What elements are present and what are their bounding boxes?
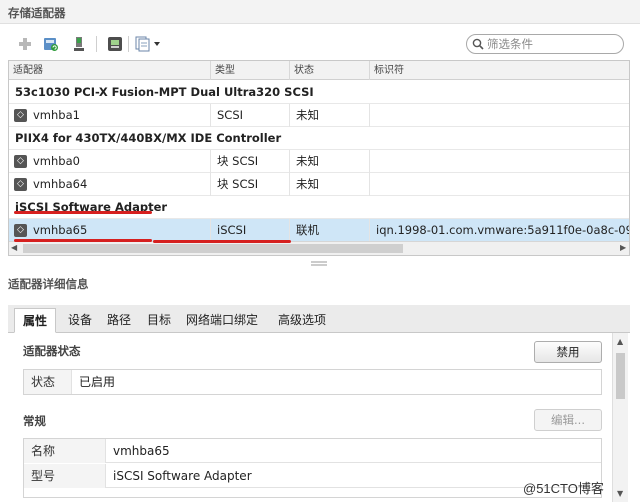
table-row-vmhba64[interactable]: ◇ vmhba64 块 SCSI 未知	[9, 173, 629, 196]
identifier-cell	[370, 173, 629, 196]
table-header: 适配器 类型 状态 标识符	[9, 61, 629, 80]
type-cell: 块 SCSI	[211, 150, 290, 173]
adapter-cell: ◇ vmhba64	[9, 173, 211, 196]
adapter-properties-icon[interactable]	[106, 35, 124, 53]
model-row: 型号 iSCSI Software Adapter	[24, 464, 601, 488]
model-label: 型号	[24, 464, 106, 488]
adapter-name: vmhba64	[33, 177, 88, 191]
status-table: 状态 已启用	[23, 369, 602, 395]
splitter-grip-icon	[311, 261, 327, 266]
tab-advanced-options[interactable]: 高级选项	[270, 308, 334, 333]
adapter-icon: ◇	[14, 224, 27, 237]
group-header-iscsi[interactable]: iSCSI Software Adapter	[9, 196, 629, 219]
scroll-right-icon[interactable]: ▶	[620, 243, 626, 252]
status-cell: 未知	[290, 150, 370, 173]
search-input[interactable]	[487, 37, 617, 51]
filter-search-box[interactable]	[466, 34, 624, 54]
adapter-name: vmhba65	[33, 223, 88, 237]
name-label: 名称	[24, 439, 106, 463]
table-row-vmhba1[interactable]: ◇ vmhba1 SCSI 未知	[9, 104, 629, 127]
adapter-icon: ◇	[14, 155, 27, 168]
status-row: 状态 已启用	[24, 370, 601, 394]
adapter-cell: ◇ vmhba1	[9, 104, 211, 127]
column-header-identifier[interactable]: 标识符	[370, 61, 629, 80]
details-tab-bar: 属性 设备 路径 目标 网络端口绑定 高级选项	[8, 305, 630, 333]
identifier-cell	[370, 104, 629, 127]
name-value: vmhba65	[113, 444, 170, 458]
vertical-scrollbar[interactable]: ▲ ▼	[612, 333, 628, 502]
toolbar-separator	[96, 36, 97, 52]
properties-panel: 适配器状态 禁用 状态 已启用 常规 编辑... 名称 vmhba65 型号 i…	[8, 333, 630, 502]
adapter-cell: ◇ vmhba0	[9, 150, 211, 173]
rescan-icon[interactable]	[70, 35, 88, 53]
panel-splitter[interactable]	[0, 258, 640, 270]
toolbar-separator	[128, 36, 129, 52]
column-header-status[interactable]: 状态	[290, 61, 370, 80]
tab-properties[interactable]: 属性	[14, 308, 56, 333]
top-header-bar	[0, 0, 640, 24]
refresh-storage-icon[interactable]	[42, 35, 60, 53]
edit-button[interactable]: 编辑...	[534, 409, 602, 431]
adapter-icon: ◇	[14, 109, 27, 122]
disable-button[interactable]: 禁用	[534, 341, 602, 363]
name-row: 名称 vmhba65	[24, 439, 601, 463]
table-row-vmhba0[interactable]: ◇ vmhba0 块 SCSI 未知	[9, 150, 629, 173]
type-cell: iSCSI	[211, 219, 290, 242]
scrollbar-thumb[interactable]	[23, 244, 403, 253]
scroll-up-icon[interactable]: ▲	[617, 337, 623, 346]
copy-menu-icon[interactable]	[134, 35, 162, 53]
status-value: 已启用	[79, 375, 116, 389]
horizontal-scrollbar[interactable]: ◀ ▶	[9, 241, 629, 255]
adapter-icon: ◇	[14, 178, 27, 191]
tab-paths[interactable]: 路径	[100, 308, 138, 333]
annotation-underline	[14, 239, 152, 242]
adapter-name: vmhba1	[33, 108, 80, 122]
storage-adapters-title: 存储适配器	[8, 6, 66, 20]
scrollbar-thumb[interactable]	[616, 353, 625, 399]
watermark: @51CTO博客	[523, 481, 604, 496]
adapter-status-title: 适配器状态	[23, 344, 81, 358]
tab-targets[interactable]: 目标	[140, 308, 178, 333]
adapter-table: 适配器 类型 状态 标识符 53c1030 PCI-X Fusion-MPT D…	[8, 60, 630, 256]
column-header-type[interactable]: 类型	[211, 61, 290, 80]
status-cell: 联机	[290, 219, 370, 242]
tab-network-port-binding[interactable]: 网络端口绑定	[182, 308, 262, 333]
status-cell: 未知	[290, 173, 370, 196]
group-header-piix4[interactable]: PIIX4 for 430TX/440BX/MX IDE Controller	[9, 127, 629, 150]
add-icon[interactable]	[16, 35, 34, 53]
column-header-adapter[interactable]: 适配器	[9, 61, 211, 80]
identifier-cell	[370, 150, 629, 173]
annotation-underline	[14, 211, 152, 214]
tab-devices[interactable]: 设备	[60, 308, 100, 333]
identifier-cell: iqn.1998-01.com.vmware:5a911f0e-0a8c-095…	[376, 223, 630, 237]
general-table: 名称 vmhba65 型号 iSCSI Software Adapter	[23, 438, 602, 498]
model-value: iSCSI Software Adapter	[113, 469, 252, 483]
status-label: 状态	[24, 370, 72, 394]
type-cell: SCSI	[211, 104, 290, 127]
scroll-down-icon[interactable]: ▼	[617, 489, 623, 498]
group-header-53c1030[interactable]: 53c1030 PCI-X Fusion-MPT Dual Ultra320 S…	[9, 81, 629, 104]
search-icon	[472, 38, 484, 53]
annotation-underline	[153, 240, 291, 243]
type-cell: 块 SCSI	[211, 173, 290, 196]
general-title: 常规	[23, 414, 46, 428]
adapter-name: vmhba0	[33, 154, 80, 168]
adapter-details-title: 适配器详细信息	[8, 277, 89, 291]
scroll-left-icon[interactable]: ◀	[11, 243, 17, 252]
status-cell: 未知	[290, 104, 370, 127]
